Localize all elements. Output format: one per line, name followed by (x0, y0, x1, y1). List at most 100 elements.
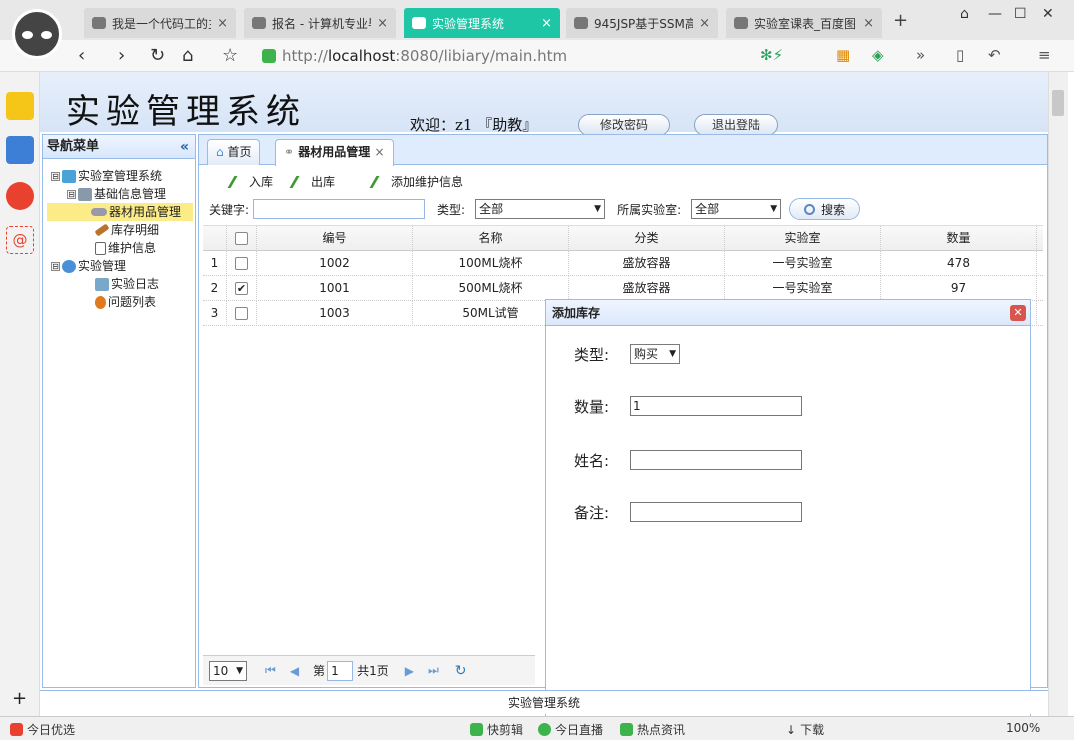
speed-icon[interactable]: ✻⚡ (760, 46, 783, 64)
document-icon (95, 241, 106, 255)
stock-out-button[interactable]: 出库 (289, 173, 335, 190)
expand-icon[interactable]: ⊟ (51, 171, 60, 181)
add-maintenance-button[interactable]: 添加维护信息 (369, 173, 463, 190)
tree-node-basic-info[interactable]: ⊟ 基础信息管理 (67, 185, 166, 203)
stock-type-select[interactable]: 购买 (630, 344, 680, 364)
scrollbar[interactable] (1048, 72, 1068, 718)
column-header[interactable]: 分类 (569, 226, 725, 251)
row-checkbox[interactable] (227, 301, 257, 326)
home-icon[interactable]: ⌂ (182, 45, 193, 66)
url-field[interactable]: http:// localhost :8080/libiary/main.htm (262, 44, 752, 68)
menu-icon[interactable]: ≡ (1038, 46, 1051, 64)
close-icon[interactable]: × (541, 16, 552, 31)
expand-icon[interactable]: ⊟ (67, 189, 76, 199)
browser-tab-4[interactable]: 945JSP基于SSM高 × (566, 8, 718, 38)
favorites-icon[interactable] (6, 92, 34, 120)
shirt-icon[interactable]: ⌂ (960, 6, 969, 22)
row-checkbox-checked[interactable]: ✔ (227, 276, 257, 301)
new-tab-icon[interactable]: + (893, 10, 908, 31)
close-icon[interactable]: × (377, 16, 388, 31)
status-label: 热点资讯 (637, 723, 686, 737)
mail-icon[interactable]: @ (6, 226, 34, 254)
tree-node-log[interactable]: 实验日志 (95, 275, 159, 293)
bookmark-icon[interactable]: ▯ (956, 46, 964, 64)
zoom-level[interactable]: 100% (1006, 721, 1040, 735)
column-header[interactable]: 实验室 (725, 226, 881, 251)
header-banner: 实验管理系统 欢迎：z1 『助教』 修改密码 退出登陆 (40, 72, 1048, 136)
last-page-icon[interactable]: ⏭ (428, 663, 439, 678)
refresh-icon[interactable]: ↻ (455, 663, 467, 679)
tab-equipment[interactable]: ⚭ 器材用品管理 × (275, 139, 394, 166)
browser-logo-icon[interactable] (12, 9, 62, 59)
column-header[interactable]: 数量 (881, 226, 1037, 251)
collapse-icon[interactable]: « (180, 135, 189, 159)
downloads[interactable]: ↓ 下载 (786, 721, 824, 738)
type-label: 类型: (437, 202, 466, 217)
tree-node-issues[interactable]: 问题列表 (95, 293, 156, 311)
first-page-icon[interactable]: ⏮ (265, 663, 276, 678)
more-icon[interactable]: » (916, 46, 925, 64)
quick-edit[interactable]: 快剪辑 (470, 721, 523, 738)
scrollbar-thumb[interactable] (1052, 90, 1064, 116)
hot-news[interactable]: 热点资讯 (620, 721, 685, 738)
quantity-input[interactable]: 1 (630, 396, 802, 416)
minimize-icon[interactable]: — (988, 6, 1002, 22)
type-select[interactable]: 全部 (475, 199, 606, 219)
browser-tab-3-active[interactable]: 实验管理系统 × (404, 8, 560, 38)
tree-node-inventory[interactable]: 库存明细 (94, 221, 159, 239)
name-input[interactable] (630, 450, 802, 470)
browser-tab-1[interactable]: 我是一个代码工的主 × (84, 8, 236, 38)
browser-tab-2[interactable]: 报名 - 计算机专业毕 × (244, 8, 396, 38)
column-header[interactable]: 名称 (413, 226, 569, 251)
tree-node-maintenance[interactable]: 维护信息 (95, 239, 156, 257)
cell-lab: 一号实验室 (725, 251, 881, 276)
forward-icon[interactable]: › (118, 45, 125, 66)
table-row[interactable]: 2 ✔ 1001 500ML烧杯 盛放容器 一号实验室 97 (203, 276, 1043, 301)
lab-select[interactable]: 全部 (691, 199, 782, 219)
back-icon[interactable]: ‹ (78, 45, 85, 66)
tab-home[interactable]: ⌂ 首页 (207, 139, 261, 165)
download-icon: ↓ (786, 722, 797, 737)
live[interactable]: 今日直播 (538, 721, 603, 738)
close-icon[interactable]: × (863, 16, 874, 31)
page-input[interactable]: 1 (327, 660, 354, 681)
close-icon[interactable]: × (374, 145, 384, 159)
tree-node-experiment[interactable]: ⊟ 实验管理 (51, 257, 126, 275)
column-header[interactable]: 编号 (257, 226, 413, 251)
close-icon[interactable]: ✕ (1010, 305, 1026, 321)
add-icon[interactable]: + (12, 688, 27, 709)
browser-tab-5[interactable]: 实验室课表_百度图 × (726, 8, 882, 38)
browser-tab-label: 945JSP基于SSM高 (594, 16, 694, 31)
note-input[interactable] (630, 502, 802, 522)
select-all-checkbox[interactable] (227, 226, 257, 251)
close-window-icon[interactable]: ✕ (1042, 6, 1054, 22)
change-password-button[interactable]: 修改密码 (578, 114, 670, 136)
gift-icon (10, 723, 23, 736)
star-icon[interactable]: ☆ (222, 45, 238, 66)
search-button[interactable]: 搜索 (789, 198, 861, 220)
zoom-label: 100% (1006, 721, 1041, 735)
next-page-icon[interactable]: ▶ (405, 664, 414, 678)
row-checkbox[interactable] (227, 251, 257, 276)
prev-page-icon[interactable]: ◀ (290, 664, 299, 678)
expand-icon[interactable]: ⊟ (51, 261, 60, 271)
keyword-input[interactable] (253, 199, 426, 219)
close-icon[interactable]: × (217, 16, 228, 31)
maximize-icon[interactable]: ☐ (1014, 6, 1027, 22)
table-row[interactable]: 1 1002 100ML烧杯 盛放容器 一号实验室 478 (203, 251, 1043, 276)
today-picks[interactable]: 今日优选 (10, 721, 75, 738)
stock-in-button[interactable]: 入库 (227, 173, 273, 190)
apps-icon[interactable]: ▦ (836, 46, 850, 64)
tree-label: 器材用品管理 (109, 205, 182, 219)
close-icon[interactable]: × (699, 16, 710, 31)
list-icon[interactable] (6, 136, 34, 164)
undo-icon[interactable]: ↶ (988, 46, 1001, 64)
tree-node-equipment[interactable]: 器材用品管理 (47, 203, 193, 221)
weibo-icon[interactable] (6, 182, 34, 210)
security-icon[interactable]: ◈ (872, 46, 884, 64)
reload-icon[interactable]: ↻ (150, 45, 165, 66)
nav-title-text: 导航菜单 (47, 139, 100, 154)
logout-button[interactable]: 退出登陆 (694, 114, 778, 136)
page-size-select[interactable]: 10 (209, 660, 247, 681)
tree-node-root[interactable]: ⊟ 实验室管理系统 (51, 167, 162, 185)
